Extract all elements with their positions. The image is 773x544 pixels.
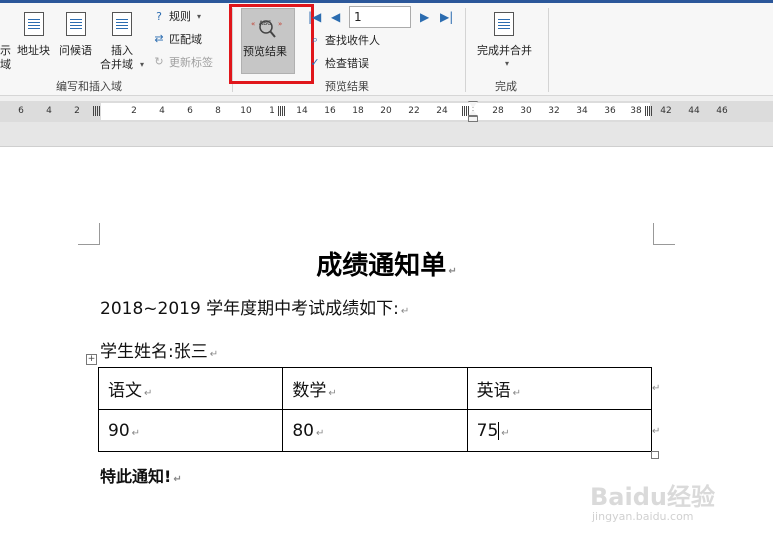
ruler-number: 4	[159, 106, 165, 116]
record-number-input[interactable]	[349, 6, 411, 28]
highlight-box	[229, 4, 314, 84]
last-record-icon[interactable]: ▶|	[440, 10, 453, 24]
previous-record-icon[interactable]: ◀	[331, 10, 340, 24]
ruler-number: 46	[716, 106, 728, 116]
ruler-number: 2	[131, 106, 137, 116]
ruler-column-marker[interactable]	[278, 106, 286, 116]
table-resize-handle-icon[interactable]	[651, 451, 659, 459]
show-fields-button-label[interactable]: 示	[0, 44, 11, 58]
ruler-margin-marker	[93, 106, 101, 116]
check-errors-icon[interactable]: ✓	[308, 56, 322, 70]
insert-merge-field-label-1[interactable]: 插入	[111, 44, 133, 58]
ruler-number: 28	[492, 106, 504, 116]
greeting-line-button[interactable]: 问候语	[59, 44, 92, 58]
paragraph-mark: ↵	[400, 306, 410, 317]
text-cursor	[498, 421, 500, 440]
table-row: 语文 ↵ 数学 ↵ 英语 ↵	[97, 367, 653, 410]
chevron-down-icon[interactable]: ▾	[140, 58, 144, 72]
match-fields-button[interactable]: 匹配域	[169, 33, 202, 47]
table-move-handle-icon[interactable]: +	[86, 354, 97, 365]
row-end-mark: ↵	[652, 383, 661, 394]
student-name-line[interactable]: 学生姓名:张三 ↵	[100, 337, 218, 362]
write-insert-group-label: 编写和插入域	[56, 80, 122, 93]
watermark-url: jingyan.baidu.com	[592, 510, 694, 523]
student-name-text: 学生姓名:张三	[100, 342, 208, 362]
margin-crop-mark	[653, 223, 675, 245]
ruler-number: 16	[324, 106, 336, 116]
ruler-number: 36	[604, 106, 616, 116]
table-row: 90 ↵ 80 ↵ 75 ↵	[97, 409, 653, 452]
horizontal-ruler[interactable]: 6 4 2 2 4 6 8 10 1 14 16 18 20 22 24 28 …	[0, 101, 773, 122]
group-divider	[465, 8, 466, 92]
row-end-mark: ↵	[652, 426, 661, 437]
table-cell[interactable]: 80 ↵	[282, 409, 468, 452]
next-record-icon[interactable]: ▶	[420, 10, 429, 24]
insert-merge-field-icon[interactable]	[112, 12, 132, 36]
insert-merge-field-label-2[interactable]: 合并域	[100, 58, 133, 72]
grades-table[interactable]: 语文 ↵ 数学 ↵ 英语 ↵ 90 ↵ 80 ↵ 75 ↵	[97, 367, 653, 452]
table-cell[interactable]: 英语 ↵	[466, 367, 653, 410]
preview-group-label: 预览结果	[325, 80, 369, 93]
rules-icon[interactable]: ?	[152, 10, 166, 24]
chevron-down-icon[interactable]: ▾	[197, 10, 201, 24]
rules-button[interactable]: 规则	[169, 10, 191, 24]
update-labels-icon: ↻	[154, 55, 164, 68]
document-page[interactable]: 成绩通知单 ↵ 2018~2019 学年度期中考试成绩如下: ↵ 学生姓名:张三 ↵ …	[0, 146, 773, 544]
ruler-number: 32	[548, 106, 560, 116]
ruler-number: 20	[380, 106, 392, 116]
ruler-number: 6	[18, 106, 24, 116]
intro-text: 2018~2019 学年度期中考试成绩如下:	[100, 299, 399, 319]
ribbon-accent-bar	[0, 0, 773, 3]
ruler-number: 14	[296, 106, 308, 116]
paragraph-mark: ↵	[173, 474, 182, 485]
finish-group-label: 完成	[495, 80, 517, 93]
address-block-button[interactable]: 地址块	[17, 44, 50, 58]
table-cell[interactable]: 90 ↵	[97, 409, 284, 452]
watermark-logo: Baidu经验	[590, 483, 715, 511]
ruler-number: 10	[240, 106, 252, 116]
ribbon: 示 域 地址块 问候语 插入 合并域 ▾ ? 规则 ▾ ⇄ 匹配域 ↻ 更新标签…	[0, 0, 773, 96]
indent-marker[interactable]	[468, 101, 478, 122]
find-recipient-icon[interactable]: ⌕	[308, 33, 322, 47]
ruler-number: 44	[688, 106, 700, 116]
table-cell[interactable]: 语文 ↵	[97, 367, 284, 410]
ruler-number: 22	[408, 106, 420, 116]
find-recipient-button[interactable]: 查找收件人	[325, 34, 380, 48]
ruler-number: 42	[660, 106, 672, 116]
ruler-number: 4	[46, 106, 52, 116]
ruler-number: 18	[352, 106, 364, 116]
address-block-icon[interactable]	[24, 12, 44, 36]
ruler-number: 8	[215, 106, 221, 116]
ruler-number: 2	[74, 106, 80, 116]
ruler-number: 24	[436, 106, 448, 116]
update-labels-button: 更新标签	[169, 56, 213, 69]
ruler-column-marker[interactable]	[645, 106, 653, 116]
greeting-line-icon[interactable]	[66, 12, 86, 36]
ruler-number: 34	[576, 106, 588, 116]
check-errors-button[interactable]: 检查错误	[325, 57, 369, 71]
closing-text: 特此通知!	[100, 467, 172, 486]
match-fields-icon[interactable]: ⇄	[152, 32, 166, 46]
ruler-number: 30	[520, 106, 532, 116]
ruler-number: 6	[187, 106, 193, 116]
finish-merge-button[interactable]: 完成并合并	[477, 44, 532, 58]
show-fields-button-label-2[interactable]: 域	[0, 58, 11, 72]
group-divider	[548, 8, 549, 92]
paragraph-mark: ↵	[448, 266, 457, 277]
document-title[interactable]: 成绩通知单 ↵	[0, 245, 773, 282]
closing-line[interactable]: 特此通知! ↵	[100, 463, 182, 487]
document-title-text: 成绩通知单	[316, 251, 447, 281]
paragraph-mark: ↵	[209, 349, 219, 360]
ruler-number: 38	[630, 106, 642, 116]
first-record-icon[interactable]: |◀	[308, 10, 321, 24]
table-cell[interactable]: 数学 ↵	[282, 367, 468, 410]
finish-merge-icon[interactable]	[494, 12, 514, 36]
intro-line[interactable]: 2018~2019 学年度期中考试成绩如下: ↵	[100, 294, 409, 319]
margin-crop-mark	[78, 223, 100, 245]
table-cell[interactable]: 75 ↵	[466, 409, 653, 452]
chevron-down-icon[interactable]: ▾	[505, 57, 509, 71]
